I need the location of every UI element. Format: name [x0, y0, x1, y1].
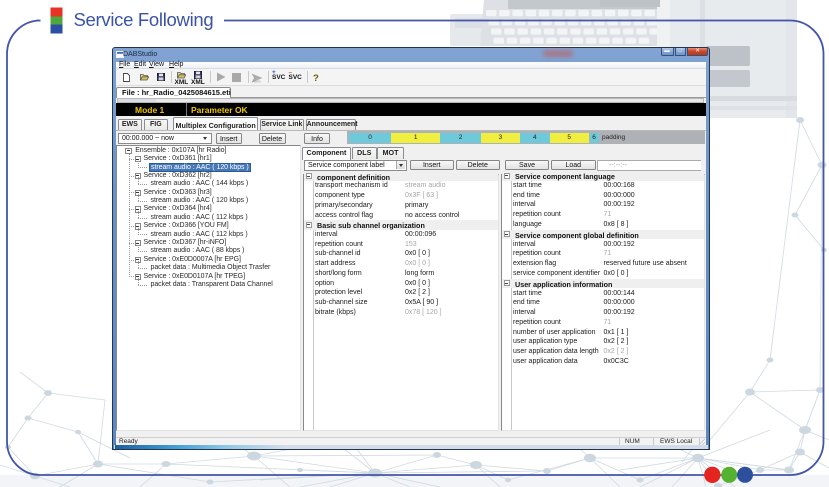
svg-text:Auto: Auto — [253, 78, 262, 83]
svg-text:?: ? — [313, 73, 319, 83]
